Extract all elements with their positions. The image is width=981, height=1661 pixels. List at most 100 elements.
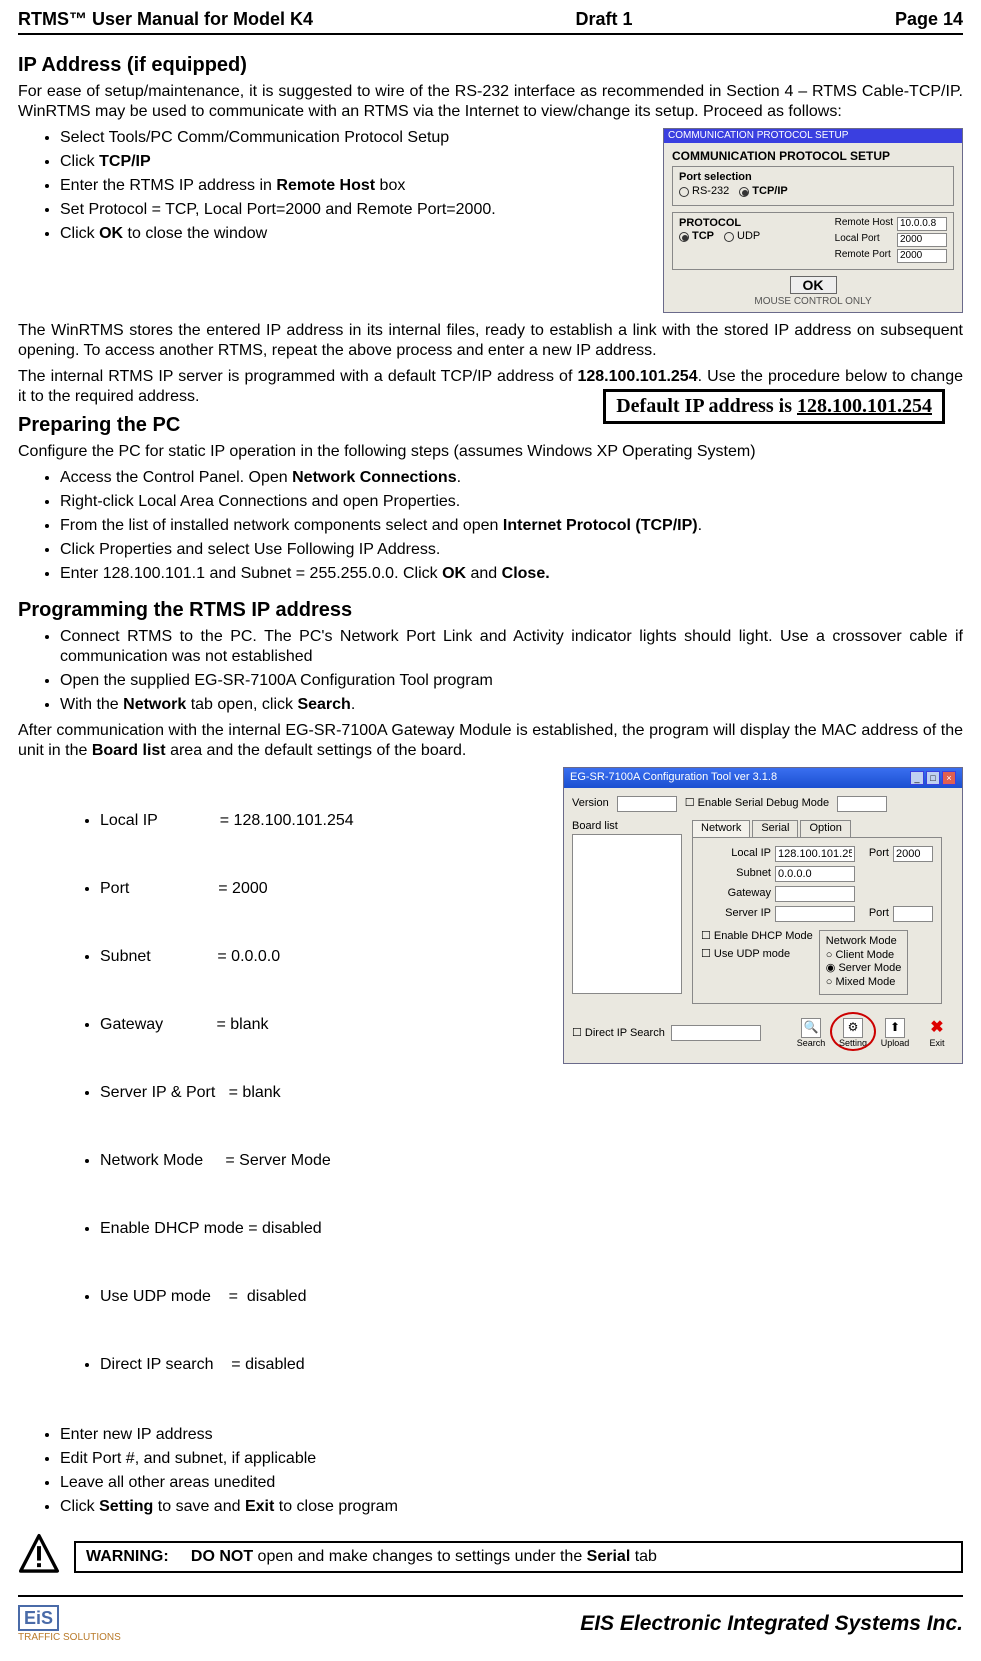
list-item-text: .	[698, 517, 702, 534]
search-button[interactable]: 🔍Search	[794, 1018, 828, 1049]
version-input[interactable]	[617, 796, 677, 812]
mouse-control-only-label: MOUSE CONTROL ONLY	[672, 296, 954, 309]
list-item: Enter new IP address	[60, 1425, 963, 1445]
radio-tcpip[interactable]: TCP/IP	[739, 185, 787, 199]
local-port-label: Local Port	[835, 233, 893, 247]
radio-tcp[interactable]: TCP	[679, 230, 714, 244]
remote-host-input[interactable]	[897, 217, 947, 231]
upload-button[interactable]: ⬆Upload	[878, 1018, 912, 1049]
subnet-input[interactable]	[775, 866, 855, 882]
list-item: Enable DHCP mode = disabled	[100, 1219, 963, 1239]
list-item-text: With the	[60, 696, 123, 713]
server-ip-input[interactable]	[775, 906, 855, 922]
list-item-text: Click	[60, 153, 99, 170]
gear-icon: ⚙	[843, 1018, 863, 1038]
list-item-text: to close the window	[123, 225, 267, 242]
icon-label: Setting	[839, 1038, 867, 1049]
radio-udp-label: UDP	[737, 230, 760, 244]
radio-server-mode[interactable]: Server Mode	[826, 962, 902, 976]
direct-ip-search-checkbox[interactable]: Direct IP Search	[572, 1027, 665, 1041]
logo-subtext: TRAFFIC SOLUTIONS	[18, 1632, 121, 1643]
list-item-bold: Exit	[245, 1498, 274, 1515]
warning-bold: Serial	[587, 1548, 631, 1565]
callout-text: Default IP address is	[616, 395, 797, 417]
gateway-input[interactable]	[775, 886, 855, 902]
list-item-bold: Search	[297, 696, 350, 713]
warning-icon	[18, 1533, 60, 1581]
paragraph-winrtms-store: The WinRTMS stores the entered IP addres…	[18, 321, 963, 361]
list-item-text: Enter 128.100.101.1 and Subnet = 255.255…	[60, 565, 442, 582]
list-item-bold: TCP/IP	[99, 153, 151, 170]
warning-row: WARNING: DO NOT open and make changes to…	[18, 1533, 963, 1581]
page-footer: EiS TRAFFIC SOLUTIONS EIS Electronic Int…	[18, 1595, 963, 1643]
use-udp-checkbox[interactable]: Use UDP mode	[701, 948, 813, 962]
remote-host-label: Remote Host	[835, 217, 893, 231]
list-item: Click Properties and select Use Followin…	[60, 540, 963, 560]
tab-network[interactable]: Network	[692, 820, 750, 837]
board-list-label: Board list	[572, 820, 682, 834]
list-item-text: tab open, click	[186, 696, 297, 713]
list-item-text: and	[466, 565, 502, 582]
list-item: Server IP & Port = blank	[100, 1083, 963, 1103]
local-ip-label: Local IP	[701, 847, 771, 861]
close-icon[interactable]: ×	[942, 771, 956, 785]
intro-preparing-pc: Configure the PC for static IP operation…	[18, 442, 963, 462]
radio-client-mode[interactable]: Client Mode	[826, 949, 902, 963]
radio-rs232[interactable]: RS-232	[679, 185, 729, 199]
doc-page: Page 14	[895, 8, 963, 31]
upload-icon: ⬆	[885, 1018, 905, 1038]
port-input[interactable]	[893, 846, 933, 862]
paragraph-after-comm: After communication with the internal EG…	[18, 721, 963, 761]
gateway-label: Gateway	[701, 887, 771, 901]
version-label: Version	[572, 797, 609, 811]
list-item-text: box	[375, 177, 405, 194]
list-item: Leave all other areas unedited	[60, 1473, 963, 1493]
list-item: Connect RTMS to the PC. The PC's Network…	[60, 627, 963, 667]
minimize-icon[interactable]: _	[910, 771, 924, 785]
config-tool-title: EG-SR-7100A Configuration Tool ver 3.1.8	[570, 771, 777, 785]
list-item-text: Access the Control Panel. Open	[60, 469, 292, 486]
port2-label: Port	[859, 907, 889, 921]
list-item-text: Click	[60, 225, 99, 242]
list-item-bold: Network	[123, 696, 186, 713]
setting-button[interactable]: ⚙Setting	[836, 1018, 870, 1049]
enable-dhcp-checkbox[interactable]: Enable DHCP Mode	[701, 930, 813, 944]
exit-button[interactable]: ✖Exit	[920, 1018, 954, 1049]
local-ip-input[interactable]	[775, 846, 855, 862]
list-item: Open the supplied EG-SR-7100A Configurat…	[60, 671, 963, 691]
heading-ip-address: IP Address (if equipped)	[18, 53, 963, 78]
icon-label: Upload	[881, 1038, 910, 1049]
local-port-input[interactable]	[897, 233, 947, 247]
network-mode-title: Network Mode	[826, 935, 902, 949]
serial-debug-input[interactable]	[837, 796, 887, 812]
page-header: RTMS™ User Manual for Model K4 Draft 1 P…	[18, 8, 963, 35]
board-list[interactable]	[572, 834, 682, 994]
paragraph-bold: 128.100.101.254	[577, 368, 697, 385]
dialog-titlebar: COMMUNICATION PROTOCOL SETUP	[664, 129, 962, 144]
list-item: Right-click Local Area Connections and o…	[60, 492, 963, 512]
tab-option[interactable]: Option	[800, 820, 850, 837]
doc-title: RTMS™ User Manual for Model K4	[18, 8, 313, 31]
direct-ip-input[interactable]	[671, 1025, 761, 1041]
paragraph-text: The internal RTMS IP server is programme…	[18, 368, 577, 385]
port2-input[interactable]	[893, 906, 933, 922]
list-item: With the Network tab open, click Search.	[60, 695, 963, 715]
list-item-text: From the list of installed network compo…	[60, 517, 503, 534]
warning-text: tab	[630, 1548, 657, 1565]
final-steps-list: Enter new IP address Edit Port #, and su…	[40, 1425, 963, 1517]
subnet-label: Subnet	[701, 867, 771, 881]
radio-udp[interactable]: UDP	[724, 230, 760, 244]
exit-icon: ✖	[927, 1018, 947, 1038]
icon-label: Exit	[929, 1038, 944, 1049]
remote-port-input[interactable]	[897, 249, 947, 263]
tab-serial[interactable]: Serial	[752, 820, 798, 837]
ok-button[interactable]: OK	[790, 276, 837, 294]
list-item: Use UDP mode = disabled	[100, 1287, 963, 1307]
programming-ip-steps: Connect RTMS to the PC. The PC's Network…	[40, 627, 963, 715]
dialog-heading: COMMUNICATION PROTOCOL SETUP	[672, 149, 954, 164]
list-item-bold: Network Connections	[292, 469, 456, 486]
radio-mixed-mode[interactable]: Mixed Mode	[826, 976, 902, 990]
logo-text: EiS	[18, 1605, 59, 1631]
enable-serial-debug-checkbox[interactable]: Enable Serial Debug Mode	[685, 797, 829, 811]
maximize-icon[interactable]: □	[926, 771, 940, 785]
